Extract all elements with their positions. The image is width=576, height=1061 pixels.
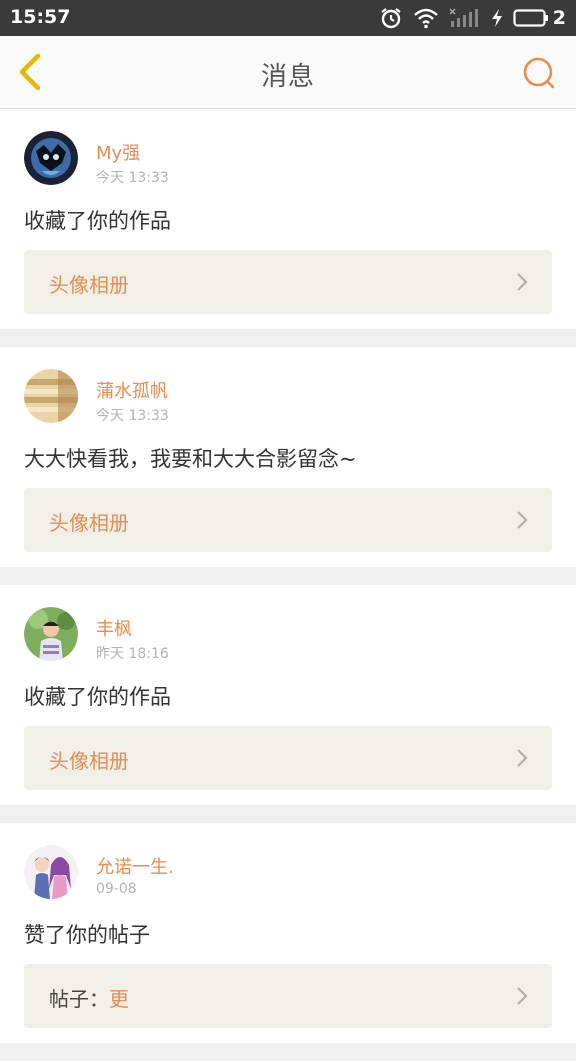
chevron-right-icon — [517, 273, 528, 291]
reference-link[interactable]: 头像相册 — [24, 726, 552, 790]
username[interactable]: 蒲水孤帆 — [96, 377, 168, 403]
message-content: 大大快看我，我要和大大合影留念~ — [24, 447, 357, 471]
reference-label: 头像相册 — [49, 273, 129, 297]
username[interactable]: My强 — [96, 139, 140, 165]
page-title: 消息 — [260, 62, 315, 92]
message-card: 蒲水孤帆 今天 13:33 大大快看我，我要和大大合影留念~ 头像相册 — [0, 347, 576, 567]
message-time: 今天 13:33 — [96, 408, 169, 424]
reference-link[interactable]: 头像相册 — [24, 488, 552, 552]
message-time: 09-08 — [96, 881, 137, 897]
reference-link[interactable]: 帖子：更 — [24, 964, 552, 1028]
message-card: My强 今天 13:33 收藏了你的作品 头像相册 — [0, 109, 576, 329]
alarm-icon — [381, 8, 401, 29]
battery-level-text: 2 — [552, 7, 566, 29]
avatar[interactable] — [24, 369, 78, 423]
reference-label: 帖子：更 — [49, 983, 129, 1012]
wifi-icon — [413, 8, 438, 29]
message-content: 收藏了你的作品 — [24, 685, 171, 709]
chevron-right-icon — [517, 749, 528, 767]
message-content: 赞了你的帖子 — [24, 923, 150, 947]
message-content: 收藏了你的作品 — [24, 209, 171, 233]
reference-link[interactable]: 头像相册 — [24, 250, 552, 314]
avatar[interactable] — [24, 845, 78, 899]
battery-icon — [513, 9, 548, 27]
avatar[interactable] — [24, 131, 78, 185]
message-card: 丰枫 昨天 18:16 收藏了你的作品 头像相册 — [0, 585, 576, 805]
reference-prefix: 帖子： — [49, 987, 109, 1011]
reference-label: 头像相册 — [49, 511, 129, 535]
status-time: 15:57 — [10, 6, 71, 28]
message-time: 昨天 18:16 — [96, 646, 169, 662]
charging-icon — [491, 9, 502, 27]
reference-text: 更 — [109, 987, 129, 1011]
status-icons: 2 — [379, 5, 566, 31]
search-icon[interactable] — [522, 56, 556, 90]
message-list: My强 今天 13:33 收藏了你的作品 头像相册 蒲水孤帆 今天 13:33 … — [0, 109, 576, 1061]
username[interactable]: 丰枫 — [96, 615, 132, 641]
message-card: 允诺一生. 09-08 赞了你的帖子 帖子：更 — [0, 823, 576, 1043]
chevron-right-icon — [517, 511, 528, 529]
status-bar: 15:57 2 — [0, 0, 576, 36]
reference-label: 头像相册 — [49, 749, 129, 773]
message-time: 今天 13:33 — [96, 170, 169, 186]
header-bar: 消息 — [0, 36, 576, 109]
username[interactable]: 允诺一生. — [96, 853, 174, 879]
chevron-right-icon — [517, 987, 528, 1005]
avatar[interactable] — [24, 607, 78, 661]
signal-icon — [449, 8, 478, 27]
